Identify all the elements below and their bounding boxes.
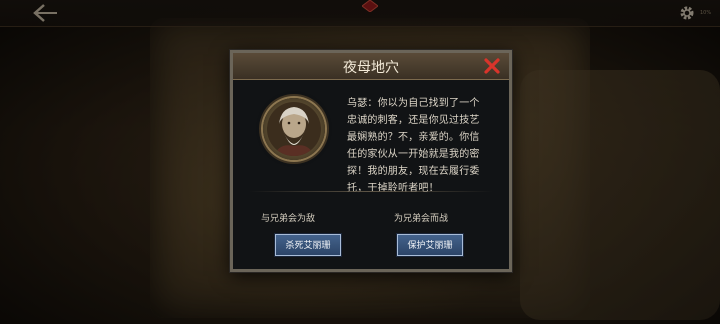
dialogue-line: 任的家伙从一开始就是我的密 — [347, 149, 480, 160]
kill-button[interactable]: 杀死艾丽珊 — [275, 234, 341, 256]
divider — [249, 191, 493, 192]
dialogue-line: 最娴熟的？不，亲爱的。你信 — [347, 132, 480, 143]
dialogue-line: 托，干掉聆听者吧！ — [347, 183, 439, 194]
choice-caption-oppose: 与兄弟会为敌 — [260, 214, 315, 224]
choice-caption-support: 为兄弟会而战 — [393, 214, 448, 224]
old-man-portrait — [267, 102, 321, 156]
dialog-title: 夜母地穴 — [343, 60, 399, 76]
close-x-icon — [484, 58, 500, 74]
close-button[interactable] — [480, 55, 504, 77]
npc-portrait — [263, 98, 325, 160]
dialogue-line: 探！我的朋友，现在去履行委 — [347, 166, 480, 177]
npc-dialogue-text: 乌瑟：你以为自己找到了一个 忠诚的刺客，还是你见过技艺 最娴熟的？不，亲爱的。你… — [347, 95, 493, 197]
protect-button[interactable]: 保护艾丽珊 — [397, 234, 463, 256]
dialogue-line: 乌瑟：你以为自己找到了一个 — [347, 98, 480, 109]
quest-dialog: 夜母地穴 乌瑟：你以为自己找到了一个 忠诚的刺客，还是你见过技艺 最娴熟的？不，… — [230, 50, 512, 272]
dialog-header: 夜母地穴 — [233, 53, 509, 80]
dialogue-line: 忠诚的刺客，还是你见过技艺 — [347, 115, 480, 126]
